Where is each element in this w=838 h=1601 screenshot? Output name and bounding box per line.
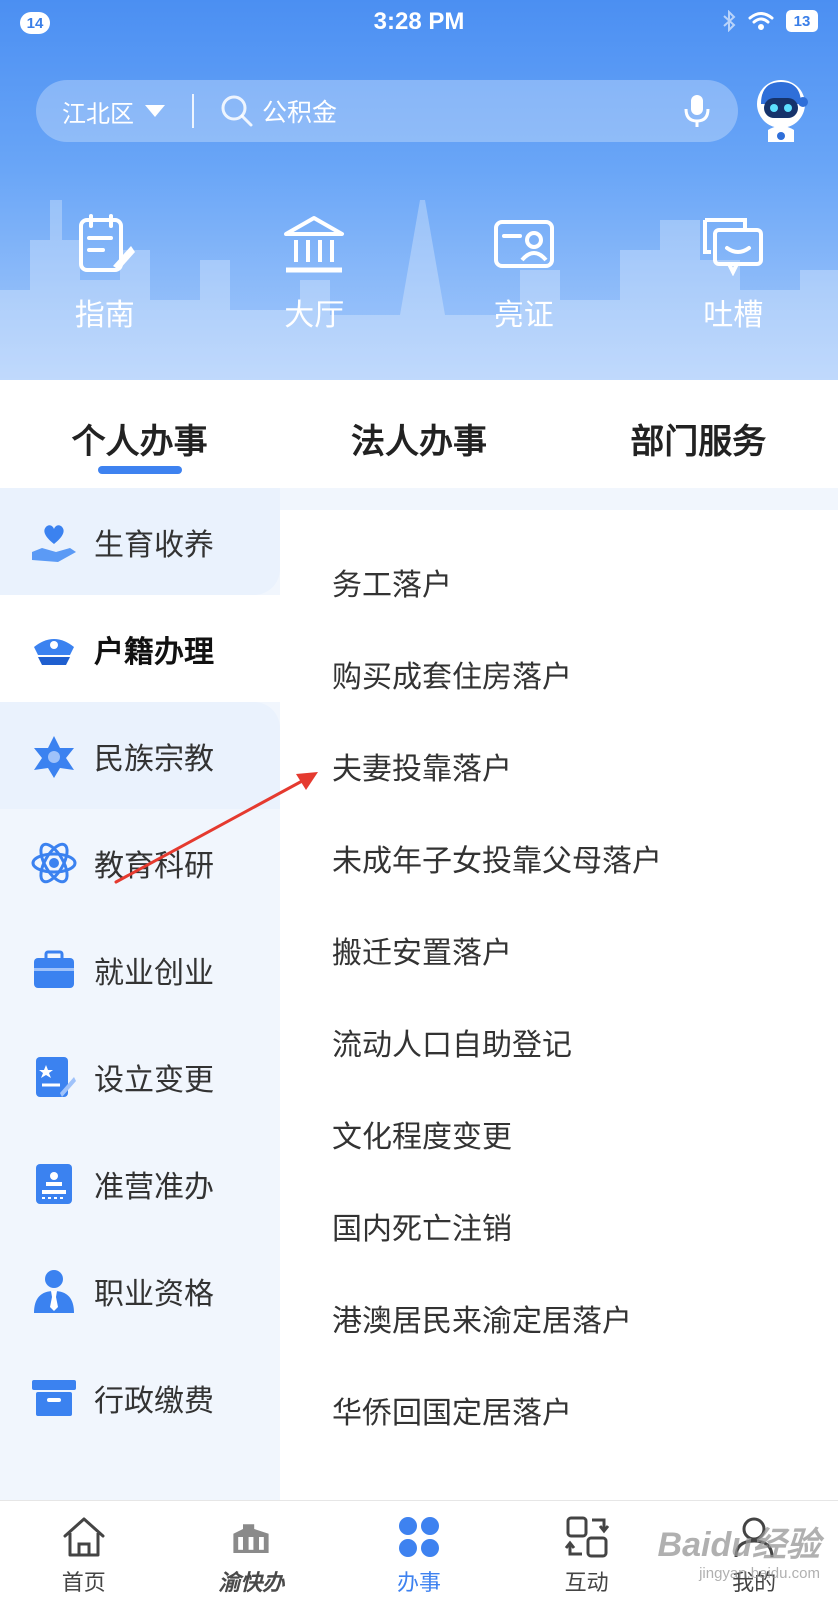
hand-heart-icon <box>30 518 78 566</box>
service-item[interactable]: 务工落户 <box>332 560 452 604</box>
certificate-icon <box>30 1053 78 1101</box>
tab-department-services[interactable]: 部门服务 <box>559 380 838 488</box>
yukuaiban-logo-icon <box>227 1513 275 1561</box>
yukuaiban-logo-text: 渝快办 <box>218 1565 284 1597</box>
search-bar[interactable]: 江北区 公积金 <box>36 80 738 142</box>
sidebar-item-birth-adoption[interactable]: 生育收养 <box>0 488 280 595</box>
bluetooth-icon <box>722 10 736 32</box>
status-time: 3:28 PM <box>0 8 838 36</box>
status-icons: 13 <box>722 10 818 32</box>
tab-legal-entity[interactable]: 法人办事 <box>279 380 558 488</box>
person-tie-icon <box>30 1267 78 1315</box>
service-item[interactable]: 国内死亡注销 <box>332 1204 512 1248</box>
briefcase-icon <box>30 946 78 994</box>
service-list: 务工落户 购买成套住房落户 夫妻投靠落户 未成年子女投靠父母落户 搬迁安置落户 … <box>280 510 838 1500</box>
service-item[interactable]: 流动人口自助登记 <box>332 1020 572 1064</box>
tab-label: 个人办事 <box>72 422 208 462</box>
header: 14 3:28 PM 13 江北区 <box>0 0 838 380</box>
nav-label: 互动 <box>565 1565 609 1597</box>
star-icon <box>30 732 78 780</box>
watermark-main: Baidu经验 <box>658 1528 820 1562</box>
sidebar-item-label: 职业资格 <box>94 1269 214 1313</box>
category-sidebar: 生育收养 户籍办理 民族宗教 <box>0 488 280 1500</box>
box-icon <box>30 1374 78 1422</box>
sidebar-item-household-registration[interactable]: 户籍办理 <box>0 595 280 702</box>
battery-indicator: 13 <box>786 10 818 32</box>
watermark-sub: jingyan.baidu.com <box>658 1566 820 1581</box>
search-icon <box>220 94 254 128</box>
nav-label: 首页 <box>62 1565 106 1597</box>
quick-action-feedback[interactable]: 吐槽 <box>629 212 838 334</box>
nav-label: 办事 <box>397 1565 441 1597</box>
category-tabs: 个人办事 法人办事 部门服务 <box>0 380 838 488</box>
active-tab-indicator <box>98 466 182 474</box>
sidebar-item-label: 户籍办理 <box>94 627 214 671</box>
sidebar-item-business-permit[interactable]: 准营准办 <box>0 1130 280 1237</box>
tab-personal[interactable]: 个人办事 <box>0 380 279 488</box>
quick-action-hall[interactable]: 大厅 <box>210 212 420 334</box>
district-selector[interactable]: 江北区 <box>62 94 166 129</box>
stamp-icon <box>30 1160 78 1208</box>
quick-action-label: 亮证 <box>494 290 554 334</box>
tab-label: 部门服务 <box>630 422 766 462</box>
status-bar: 14 3:28 PM 13 <box>0 0 838 46</box>
id-card-icon <box>492 212 556 276</box>
microphone-icon[interactable] <box>684 93 710 129</box>
quick-action-label: 指南 <box>75 290 135 334</box>
service-content: 生育收养 户籍办理 民族宗教 <box>0 488 838 1500</box>
robot-assistant-icon[interactable] <box>752 76 810 146</box>
baidu-jingyan-watermark: Baidu经验 jingyan.baidu.com <box>658 1528 820 1581</box>
quick-actions: 指南 大厅 <box>0 212 838 334</box>
quick-action-guide[interactable]: 指南 <box>0 212 210 334</box>
service-item[interactable]: 港澳居民来渝定居落户 <box>332 1296 632 1340</box>
sidebar-item-professional-qualification[interactable]: 职业资格 <box>0 1237 280 1344</box>
service-item[interactable]: 文化程度变更 <box>332 1112 512 1156</box>
district-label: 江北区 <box>62 94 134 129</box>
sidebar-item-label: 行政缴费 <box>94 1376 214 1420</box>
wifi-icon <box>748 11 774 31</box>
service-item[interactable]: 未成年子女投靠父母落户 <box>332 836 662 880</box>
police-cap-icon <box>30 625 78 673</box>
search-input[interactable]: 公积金 <box>262 93 684 129</box>
nav-yukuaiban[interactable]: 渝快办 <box>168 1501 336 1601</box>
sidebar-item-administrative-fees[interactable]: 行政缴费 <box>0 1344 280 1451</box>
quick-action-label: 吐槽 <box>703 290 763 334</box>
exchange-icon <box>563 1513 611 1561</box>
sidebar-item-label: 准营准办 <box>94 1162 214 1206</box>
sidebar-item-ethnic-religion[interactable]: 民族宗教 <box>0 702 280 809</box>
nav-services[interactable]: 办事 <box>335 1501 503 1601</box>
sidebar-item-label: 民族宗教 <box>94 734 214 778</box>
sidebar-item-label: 教育科研 <box>94 841 214 885</box>
service-item[interactable]: 夫妻投靠落户 <box>332 744 512 788</box>
four-dots-icon <box>395 1513 443 1561</box>
atom-icon <box>30 839 78 887</box>
service-item[interactable]: 华侨回国定居落户 <box>332 1388 572 1432</box>
guide-icon <box>73 212 137 276</box>
sidebar-item-establishment-change[interactable]: 设立变更 <box>0 1023 280 1130</box>
quick-action-label: 大厅 <box>284 290 344 334</box>
nav-interaction[interactable]: 互动 <box>503 1501 671 1601</box>
home-icon <box>60 1513 108 1561</box>
tab-label: 法人办事 <box>351 422 487 462</box>
sidebar-item-label: 生育收养 <box>94 520 214 564</box>
hall-icon <box>282 212 346 276</box>
service-item[interactable]: 搬迁安置落户 <box>332 928 512 972</box>
search-row: 江北区 公积金 <box>36 80 806 142</box>
nav-home[interactable]: 首页 <box>0 1501 168 1601</box>
search-divider <box>192 94 194 128</box>
feedback-icon <box>701 212 765 276</box>
sidebar-item-education-research[interactable]: 教育科研 <box>0 809 280 916</box>
quick-action-show-id[interactable]: 亮证 <box>419 212 629 334</box>
sidebar-item-employment[interactable]: 就业创业 <box>0 916 280 1023</box>
sidebar-item-label: 设立变更 <box>94 1055 214 1099</box>
sidebar-item-label: 就业创业 <box>94 948 214 992</box>
service-item[interactable]: 购买成套住房落户 <box>332 652 572 696</box>
dropdown-triangle-icon <box>144 104 166 118</box>
